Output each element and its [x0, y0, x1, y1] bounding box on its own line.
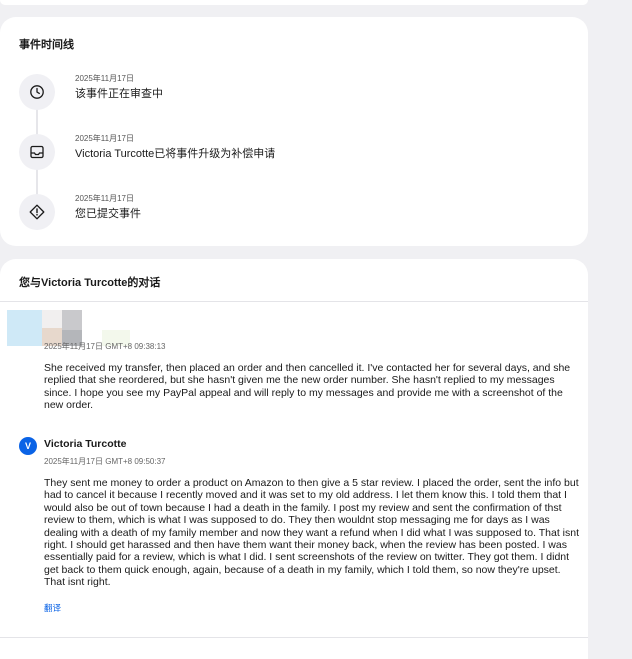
timeline-date: 2025年11月17日 [75, 74, 134, 83]
conversation-card: 您与Victoria Turcotte的对话 2025年11月17日 GMT+8… [0, 259, 588, 659]
timeline-date: 2025年11月17日 [75, 134, 134, 143]
message-body: They sent me money to order a product on… [44, 477, 580, 589]
message-timestamp: 2025年11月17日 GMT+8 09:38:13 [44, 342, 166, 351]
sender-name: Victoria Turcotte [44, 438, 127, 450]
conversation-header-divider [0, 301, 588, 302]
conversation-footer-divider [0, 637, 588, 638]
timeline-text: 您已提交事件 [75, 208, 141, 220]
timeline-text: Victoria Turcotte已将事件升级为补偿申请 [75, 148, 276, 160]
avatar: V [19, 437, 37, 455]
message-body: She received my transfer, then placed an… [44, 362, 571, 412]
previous-card-edge [0, 0, 588, 5]
alert-icon [19, 194, 55, 230]
translate-link[interactable]: 翻译 [44, 602, 61, 614]
inbox-icon [19, 134, 55, 170]
clock-icon [19, 74, 55, 110]
timeline-title: 事件时间线 [19, 39, 74, 51]
conversation-title: 您与Victoria Turcotte的对话 [19, 277, 161, 289]
message-timestamp: 2025年11月17日 GMT+8 09:50:37 [44, 457, 166, 466]
timeline-text: 该事件正在审查中 [75, 88, 163, 100]
timeline-date: 2025年11月17日 [75, 194, 134, 203]
event-timeline-card: 事件时间线 2025年11月17日 该事件正在审查中 2025年11月17日 V… [0, 17, 588, 246]
